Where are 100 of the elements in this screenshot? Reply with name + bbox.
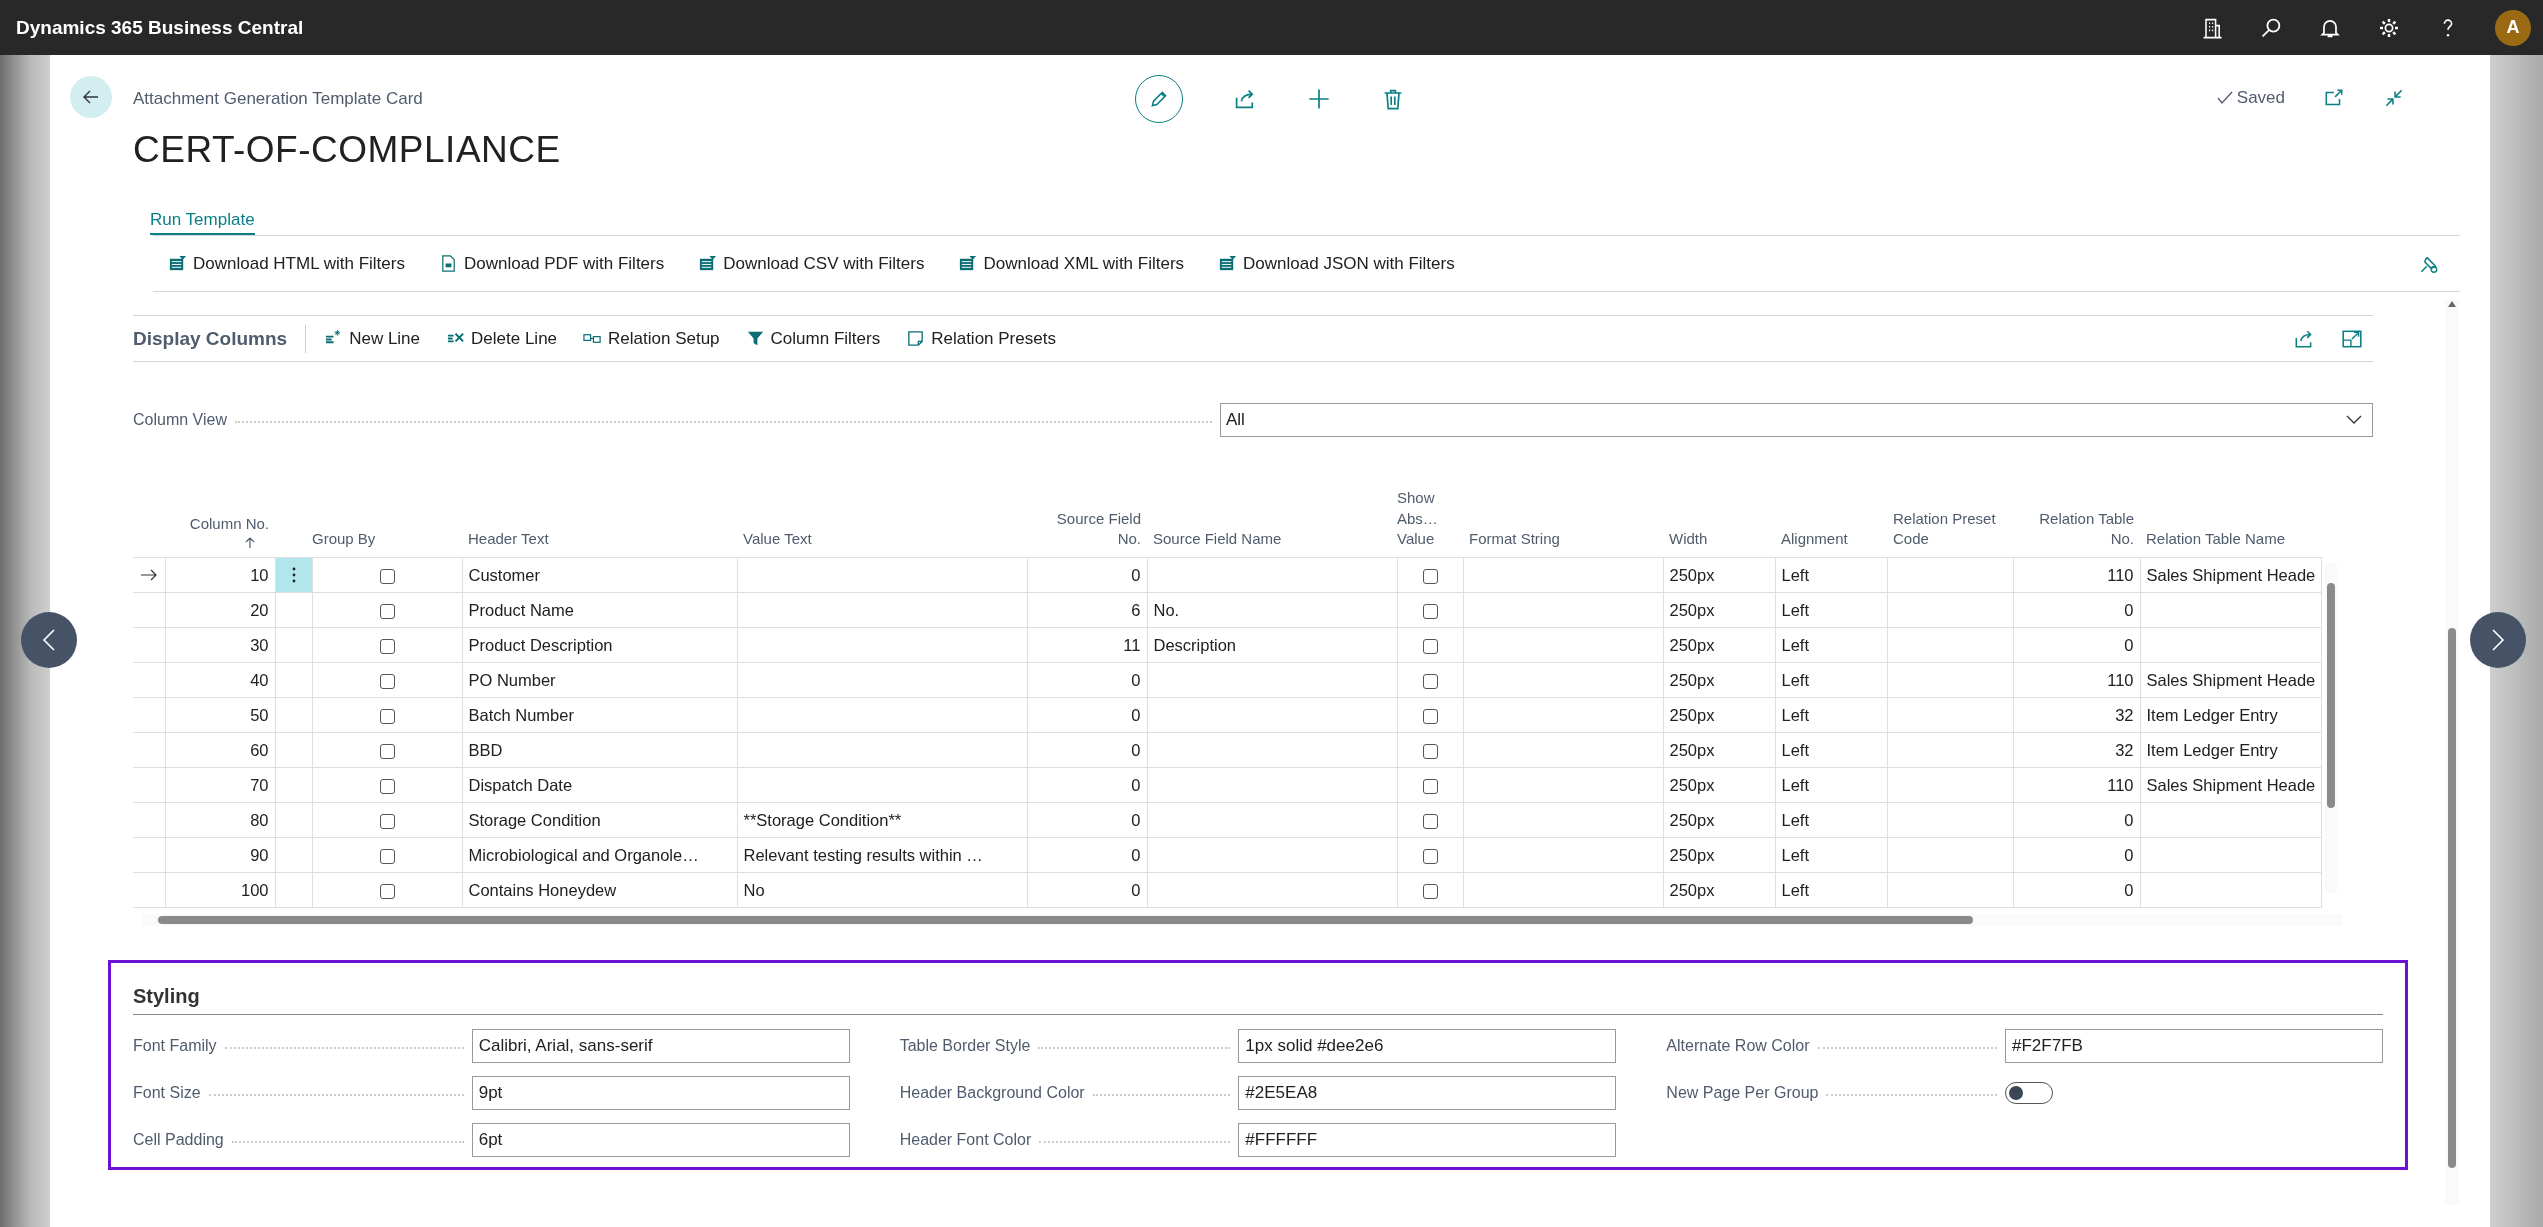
- table-cell: Item Ledger Entry: [2146, 740, 2278, 759]
- table-cell: 0: [1131, 810, 1141, 829]
- checkbox[interactable]: [379, 603, 395, 619]
- checkbox[interactable]: [379, 743, 395, 759]
- action-tab[interactable]: Run Template: [150, 210, 255, 235]
- table-horizontal-scrollbar[interactable]: [143, 914, 2343, 926]
- checkbox[interactable]: [1422, 883, 1438, 899]
- checkbox[interactable]: [379, 708, 395, 724]
- checkbox[interactable]: [379, 778, 395, 794]
- filter-icon: [745, 329, 765, 348]
- table-cell: No.: [1153, 600, 1180, 619]
- table-cell: 80: [250, 810, 269, 829]
- column-header[interactable]: Value Text: [743, 528, 1021, 549]
- checkbox[interactable]: [379, 568, 395, 584]
- part-title: Display Columns: [133, 327, 288, 350]
- checkbox[interactable]: [379, 813, 395, 829]
- plus-icon[interactable]: [1307, 87, 1331, 111]
- download-button[interactable]: Download JSON with Filters: [1218, 253, 1455, 274]
- table-cell: 250px: [1669, 670, 1715, 689]
- checkbox[interactable]: [1422, 568, 1438, 584]
- text-field[interactable]: 1px solid #dee2e6: [1238, 1029, 1617, 1063]
- table-cell: 0: [2124, 880, 2134, 899]
- part-action-button[interactable]: New Line: [324, 328, 421, 349]
- table-cell: 250px: [1669, 845, 1715, 864]
- more-icon: [291, 567, 296, 583]
- table-cell: Sales Shipment Heade: [2146, 775, 2316, 794]
- column-header[interactable]: Column No.: [171, 513, 269, 534]
- scroll-up-arrow-icon[interactable]: [2447, 300, 2457, 308]
- download-button[interactable]: Download PDF with Filters: [438, 253, 665, 274]
- column-header[interactable]: Relation Table No.: [2019, 508, 2134, 549]
- table-cell: Microbiological and Organole…: [468, 845, 699, 864]
- checkbox[interactable]: [1422, 743, 1438, 759]
- text-field[interactable]: #2E5EA8: [1238, 1076, 1617, 1110]
- table-cell: 0: [1131, 740, 1141, 759]
- table-cell: 40: [250, 670, 269, 689]
- part-action-button[interactable]: Relation Setup: [583, 328, 720, 349]
- checkbox[interactable]: [1422, 708, 1438, 724]
- text-field[interactable]: #FFFFFF: [1238, 1123, 1617, 1157]
- field-label: Column View: [133, 411, 227, 429]
- table-cell: 0: [1131, 775, 1141, 794]
- previous-button[interactable]: [21, 612, 77, 668]
- table-vertical-scrollbar[interactable]: [2325, 563, 2338, 893]
- checkbox[interactable]: [379, 638, 395, 654]
- table-cell: BBD: [468, 740, 503, 759]
- column-header[interactable]: Relation Table Name: [2146, 528, 2316, 549]
- table-cell: Left: [1781, 600, 1810, 619]
- column-header[interactable]: Show Abs… Value: [1397, 488, 1457, 549]
- column-header[interactable]: Relation Preset Code: [1893, 508, 2007, 549]
- text-field[interactable]: 9pt: [471, 1076, 850, 1110]
- field-label: Font Family: [133, 1037, 217, 1055]
- checkbox[interactable]: [379, 673, 395, 689]
- download-button[interactable]: Download XML with Filters: [958, 253, 1185, 274]
- table-cell: 0: [2124, 635, 2134, 654]
- text-field[interactable]: Calibri, Arial, sans-serif: [471, 1029, 850, 1063]
- table-cell: Left: [1781, 880, 1810, 899]
- download-button[interactable]: Download CSV with Filters: [698, 253, 925, 274]
- back-button[interactable]: [70, 76, 112, 118]
- field-label: Font Size: [133, 1084, 201, 1102]
- checkbox[interactable]: [1422, 813, 1438, 829]
- checkbox[interactable]: [1422, 778, 1438, 794]
- table-cell: 0: [1131, 880, 1141, 899]
- table-cell: 110: [2107, 775, 2134, 794]
- checkbox[interactable]: [1422, 638, 1438, 654]
- column-header[interactable]: Header Text: [468, 528, 731, 549]
- user-avatar[interactable]: A: [2495, 9, 2531, 46]
- note-icon: [906, 329, 926, 348]
- checkbox[interactable]: [379, 883, 395, 899]
- column-header[interactable]: Width: [1669, 528, 1769, 549]
- field-label: Header Font Color: [899, 1131, 1032, 1149]
- table-cell: Left: [1781, 845, 1810, 864]
- table-cell: No: [743, 880, 765, 899]
- table-cell: 11: [1123, 635, 1141, 654]
- download-button[interactable]: Download HTML with Filters: [168, 253, 405, 274]
- table-cell: 250px: [1669, 775, 1715, 794]
- edit-button[interactable]: [1135, 75, 1183, 123]
- checkbox[interactable]: [1422, 848, 1438, 864]
- part-action-button[interactable]: Delete Line: [446, 328, 558, 349]
- next-button[interactable]: [2470, 612, 2526, 668]
- page-scrollbar[interactable]: [2445, 300, 2459, 1205]
- collapse-icon[interactable]: [2383, 87, 2405, 109]
- part-action-button[interactable]: Column Filters: [745, 328, 881, 349]
- column-header[interactable]: Format String: [1469, 528, 1657, 549]
- table-cell: 250px: [1669, 740, 1715, 759]
- table-cell: 6: [1131, 600, 1141, 619]
- table-cell: 0: [1131, 845, 1141, 864]
- column-header[interactable]: Alignment: [1781, 528, 1881, 549]
- column-header[interactable]: Group By: [312, 528, 456, 549]
- toggle-switch[interactable]: [2005, 1082, 2053, 1104]
- text-field[interactable]: #F2F7FB: [2005, 1029, 2383, 1063]
- table-cell: Dispatch Date: [468, 775, 573, 794]
- checkbox[interactable]: [1422, 673, 1438, 689]
- text-field[interactable]: 6pt: [471, 1123, 850, 1157]
- part-action-button[interactable]: Relation Presets: [906, 328, 1056, 349]
- column-view-dropdown[interactable]: All: [1220, 403, 2373, 437]
- table-cell: Left: [1781, 705, 1810, 724]
- table-cell: Item Ledger Entry: [2146, 705, 2278, 724]
- checkbox[interactable]: [379, 848, 395, 864]
- checkbox[interactable]: [1422, 603, 1438, 619]
- column-header[interactable]: Source Field No.: [1033, 508, 1141, 549]
- column-header[interactable]: Source Field Name: [1153, 528, 1391, 549]
